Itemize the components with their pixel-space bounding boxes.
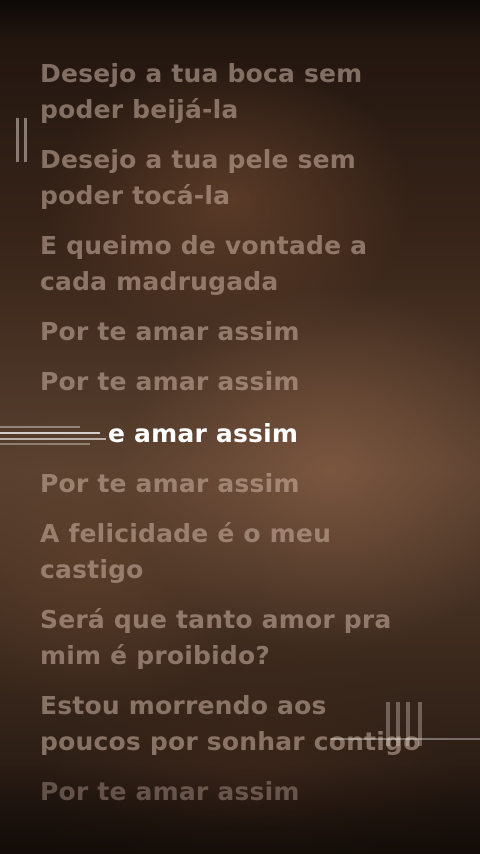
lyric-line[interactable]: poder tocá-la	[40, 178, 450, 214]
lyric-line[interactable]: castigo	[40, 552, 450, 588]
lyric-line[interactable]: Por te amar assim	[40, 466, 450, 502]
glitch-effect	[16, 118, 46, 162]
lyric-line[interactable]: Por te amar assim	[40, 364, 450, 400]
glitch-effect	[330, 738, 480, 740]
lyric-line[interactable]: Desejo a tua boca sem	[40, 56, 450, 92]
lyric-line[interactable]: E queimo de vontade a	[40, 228, 450, 264]
lyric-line[interactable]: Por te amar assim	[40, 314, 450, 350]
lyric-line[interactable]: poder beijá-la	[40, 92, 450, 128]
lyric-line[interactable]: Desejo a tua pele sem	[40, 142, 450, 178]
lyric-line[interactable]: mim é proibido?	[40, 638, 450, 674]
glitch-effect	[0, 424, 106, 446]
lyric-line[interactable]: Por te amar assim	[40, 774, 450, 810]
lyric-line[interactable]: cada madrugada	[40, 264, 450, 300]
lyric-line-current[interactable]: e amar assim	[108, 416, 480, 452]
lyric-line[interactable]: A felicidade é o meu	[40, 516, 450, 552]
lyric-line[interactable]: Será que tanto amor pra	[40, 602, 450, 638]
